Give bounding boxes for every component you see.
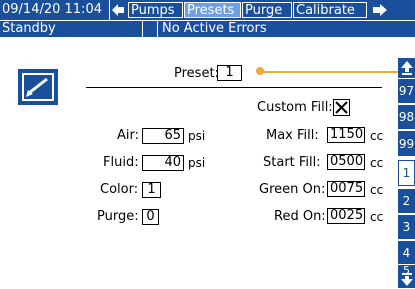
max-fill-field[interactable]: 1150 [327, 127, 365, 143]
start-fill-unit: cc [370, 156, 384, 170]
divider [86, 87, 382, 88]
arrow-left-icon[interactable] [111, 1, 125, 19]
air-field[interactable]: 65 [142, 128, 184, 144]
preset-list-item[interactable]: 99 [398, 130, 415, 156]
arrow-right-icon[interactable] [370, 1, 390, 19]
scroll-up-button[interactable] [398, 57, 415, 78]
divider [109, 0, 110, 20]
preset-list-item[interactable]: 3 [398, 214, 415, 239]
start-fill-label: Start Fill: [263, 155, 321, 170]
purge-label: Purge: [97, 209, 139, 224]
status-bar: Standby No Active Errors [0, 20, 415, 38]
red-on-field[interactable]: 0025 [327, 208, 365, 224]
red-on-label: Red On: [274, 209, 326, 224]
red-on-unit: cc [370, 210, 384, 224]
preset-list-item[interactable]: 97 [398, 78, 415, 103]
fluid-unit: psi [188, 156, 206, 170]
custom-fill-label: Custom Fill: [257, 100, 333, 115]
max-fill-label: Max Fill: [266, 128, 319, 143]
air-label: Air: [117, 128, 140, 143]
tab-presets[interactable]: Presets [184, 2, 241, 18]
preset-field[interactable]: 1 [217, 65, 242, 81]
datetime: 09/14/20 11:04 [2, 2, 102, 17]
max-fill-unit: cc [370, 129, 384, 143]
fluid-label: Fluid: [103, 155, 139, 170]
air-unit: psi [188, 129, 206, 143]
green-on-unit: cc [370, 183, 384, 197]
preset-list-item[interactable]: 4 [398, 240, 415, 264]
fluid-field[interactable]: 40 [142, 155, 184, 171]
divider [142, 21, 143, 38]
preset-list-item-selected[interactable]: 1 [398, 160, 415, 186]
purge-field[interactable]: 0 [142, 209, 159, 225]
header-bar: 09/14/20 11:04 Pumps Presets Purge Calib… [0, 0, 415, 20]
custom-fill-checkbox[interactable] [333, 99, 350, 116]
status-spacer [148, 21, 160, 37]
preset-label: Preset: [174, 66, 219, 81]
start-fill-field[interactable]: 0500 [327, 154, 365, 170]
tab-purge[interactable]: Purge [242, 2, 292, 18]
divider [157, 21, 158, 38]
preset-list-item: 5 [403, 265, 410, 273]
tab-calibrate[interactable]: Calibrate [293, 2, 367, 18]
preset-list-item[interactable]: 98 [398, 104, 415, 129]
error-status: No Active Errors [162, 21, 267, 36]
color-label: Color: [100, 182, 139, 197]
mode-status: Standby [2, 21, 56, 36]
edit-icon[interactable] [18, 69, 58, 105]
tab-pumps[interactable]: Pumps [128, 2, 183, 18]
preset-indicator-line [262, 71, 398, 73]
scroll-down-button[interactable]: 5 [398, 264, 415, 288]
color-field[interactable]: 1 [142, 182, 161, 198]
green-on-label: Green On: [259, 182, 326, 197]
preset-list-item[interactable]: 2 [398, 188, 415, 213]
green-on-field[interactable]: 0075 [327, 181, 365, 197]
